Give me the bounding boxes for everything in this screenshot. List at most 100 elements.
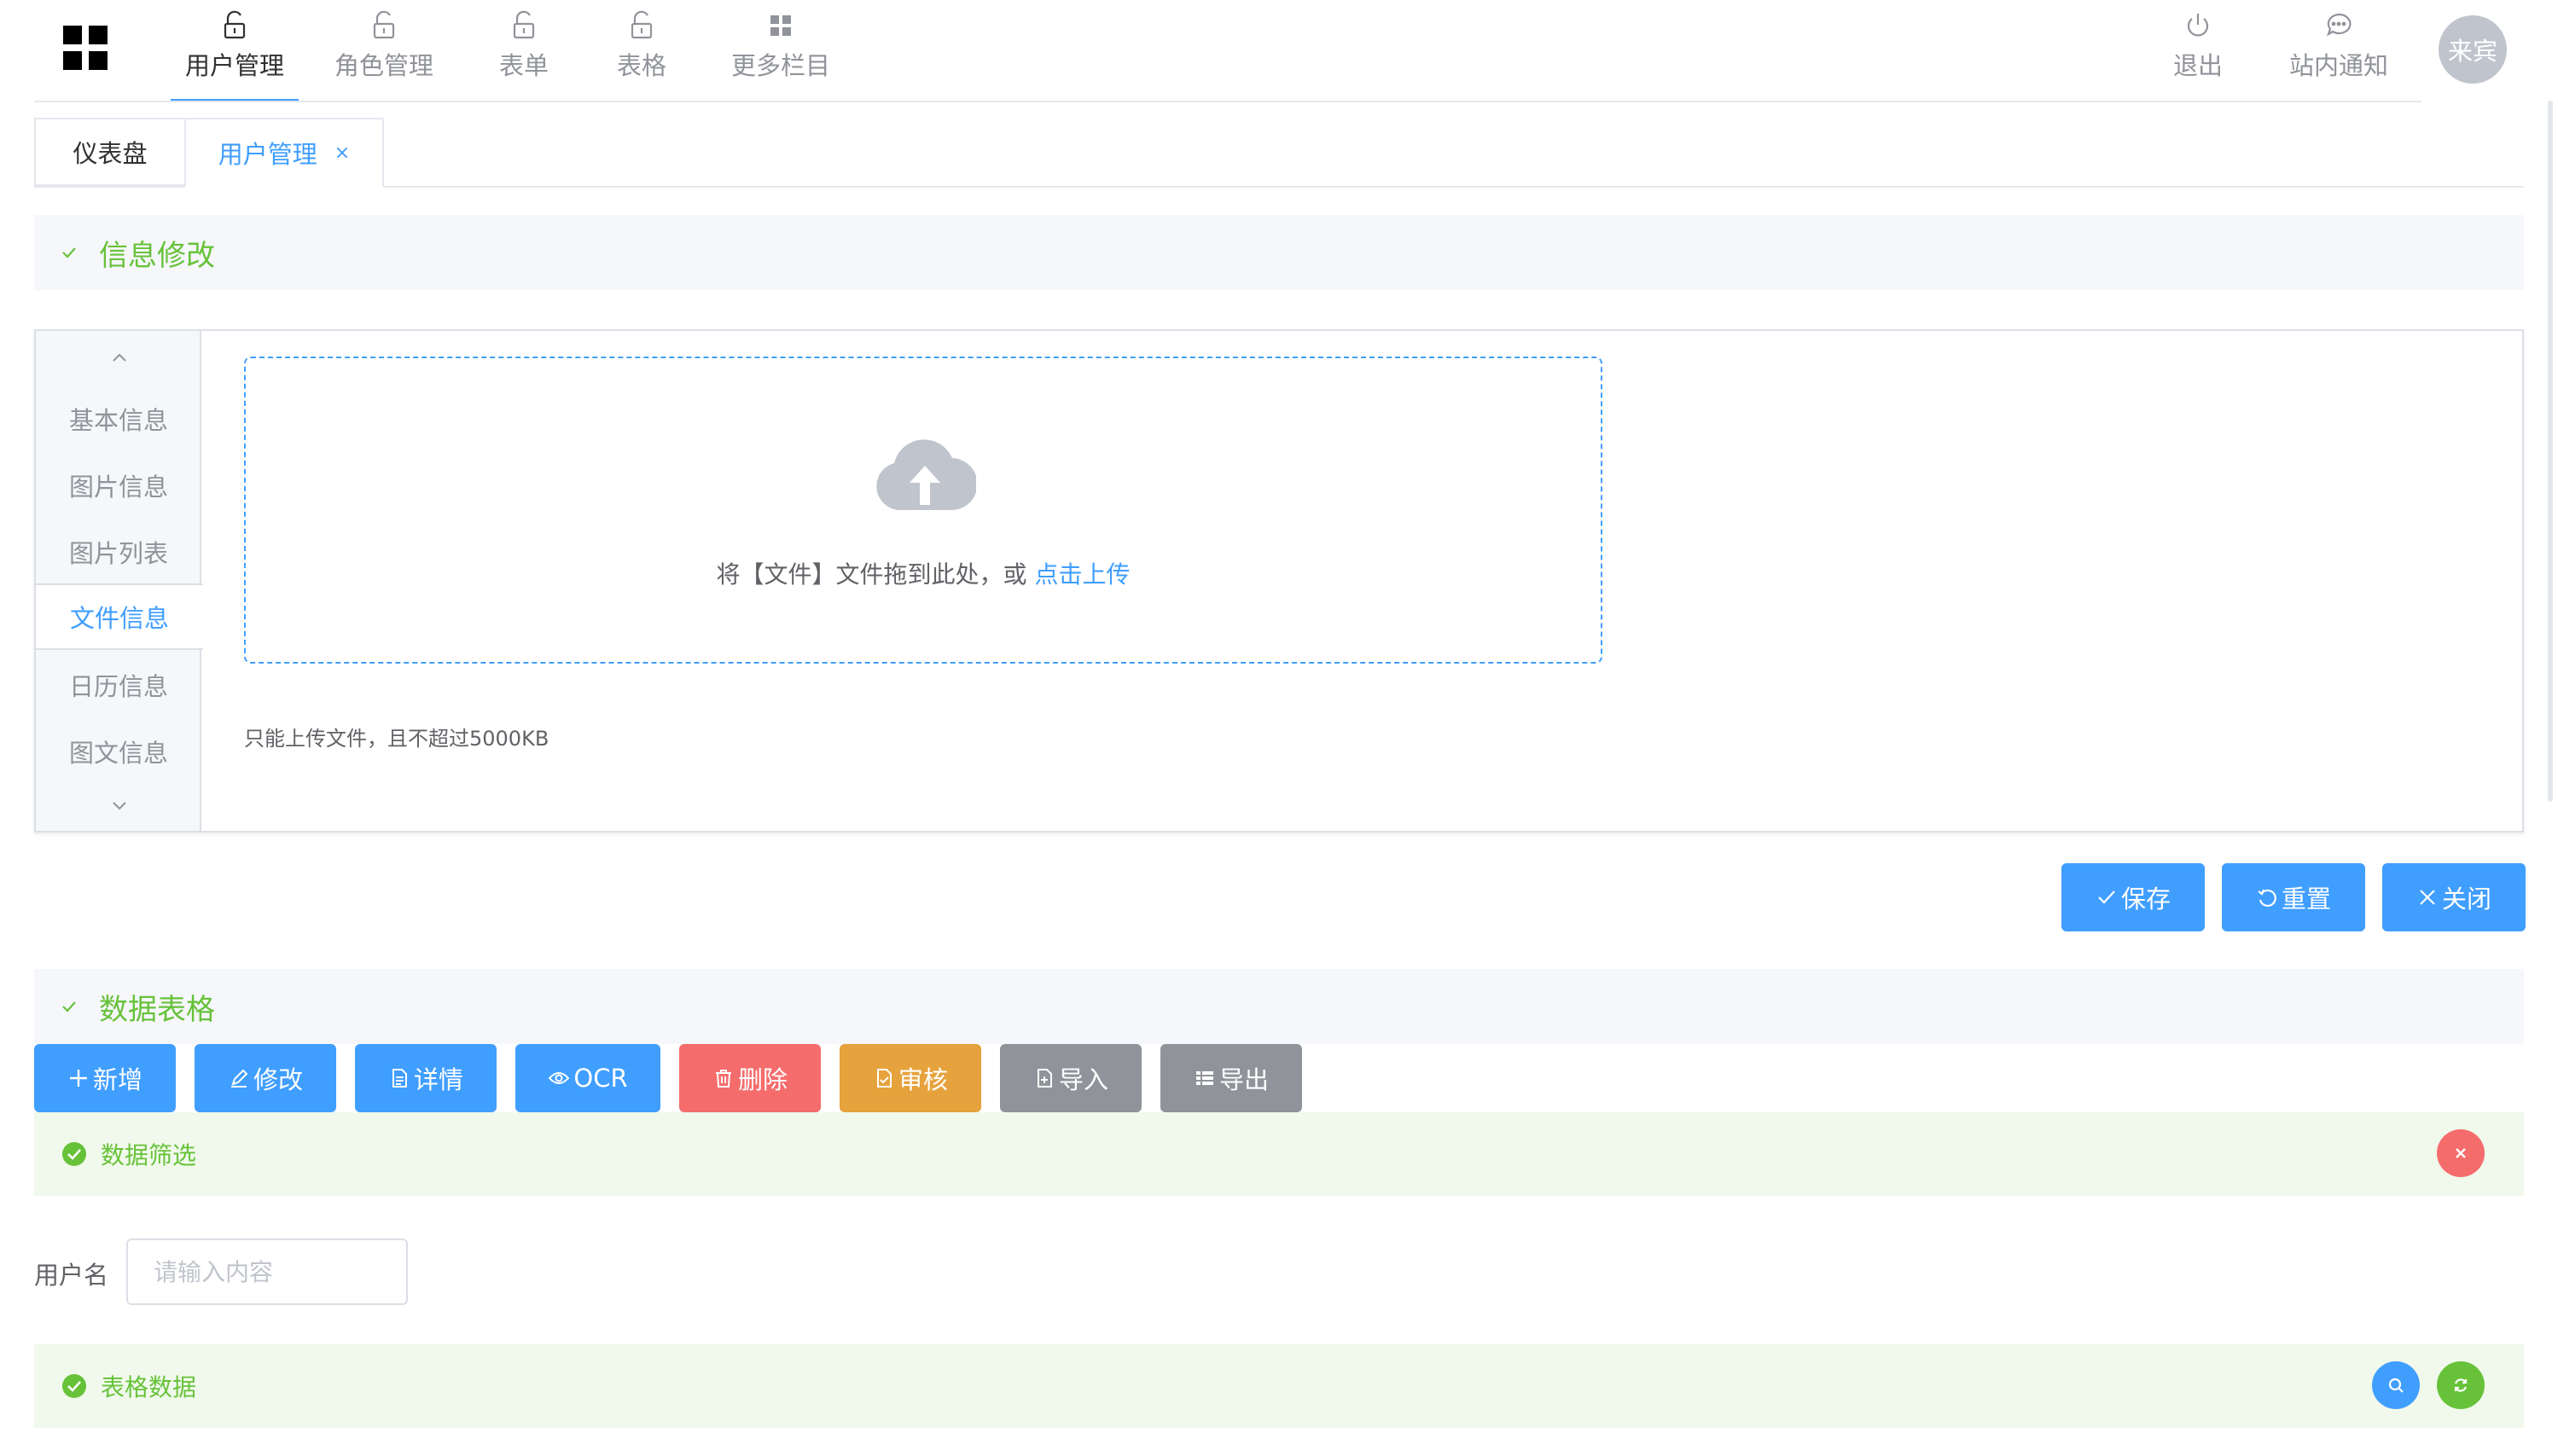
unlock-icon [218, 9, 252, 43]
detail-button[interactable]: 详情 [355, 1044, 497, 1112]
check-icon [2096, 886, 2118, 908]
tabs-divider [34, 186, 2524, 188]
reset-button[interactable]: 重置 [2222, 863, 2365, 931]
refresh-icon [2256, 886, 2278, 908]
add-button[interactable]: 新增 [34, 1044, 176, 1112]
tab-dashboard[interactable]: 仪表盘 [34, 118, 186, 186]
nav-role-management[interactable]: 角色管理 [324, 0, 444, 102]
search-icon [2386, 1376, 2405, 1395]
click-upload-link[interactable]: 点击上传 [1034, 560, 1130, 589]
nav-user-management[interactable]: 用户管理 [171, 0, 299, 102]
unlock-icon [625, 9, 659, 43]
detail-label: 详情 [413, 1065, 463, 1094]
save-button[interactable]: 保存 [2061, 863, 2205, 931]
close-icon [2452, 1145, 2469, 1162]
cloud-upload-icon [874, 432, 976, 513]
close-label: 关闭 [2441, 885, 2491, 914]
section-title: 数据表格 [99, 992, 215, 1027]
notification-button[interactable]: 站内通知 [2283, 0, 2394, 102]
save-label: 保存 [2120, 885, 2171, 914]
refresh-icon [2451, 1376, 2470, 1395]
data-section-header[interactable]: 数据表格 [34, 969, 2524, 1044]
nav-label: 表单 [498, 51, 549, 80]
username-input[interactable] [126, 1238, 408, 1305]
audit-button[interactable]: 审核 [840, 1044, 981, 1112]
side-tab-image-info[interactable]: 图片信息 [36, 452, 201, 519]
refresh-button[interactable] [2437, 1361, 2485, 1409]
tab-label: 仪表盘 [73, 139, 148, 168]
logout-button[interactable]: 退出 [2164, 0, 2232, 102]
info-section-header[interactable]: 信息修改 [34, 215, 2524, 290]
plus-icon [67, 1067, 90, 1089]
nav-label: 更多栏目 [730, 51, 830, 80]
reset-label: 重置 [2281, 885, 2331, 914]
search-button[interactable] [2372, 1361, 2420, 1409]
nav-label: 角色管理 [334, 51, 433, 80]
nav-more[interactable]: 更多栏目 [725, 0, 836, 102]
edit-label: 修改 [253, 1065, 303, 1094]
top-header: 用户管理 角色管理 表单 表格 更多栏目 退出 站内通知 来宾 [0, 0, 2558, 102]
avatar[interactable]: 来宾 [2439, 15, 2507, 84]
header-divider [34, 101, 2421, 102]
trash-icon [712, 1067, 735, 1089]
upload-instructions: 将【文件】文件拖到此处，或 点击上传 [244, 556, 1602, 590]
tab-label: 用户管理 [218, 140, 317, 169]
username-label: 用户名 [34, 1261, 109, 1290]
edit-button[interactable]: 修改 [195, 1044, 336, 1112]
alert-title: 表格数据 [101, 1373, 197, 1401]
document-add-icon [1033, 1067, 1055, 1089]
edit-icon [228, 1067, 250, 1089]
success-circle-icon [61, 1373, 87, 1399]
document-icon [388, 1067, 410, 1089]
import-label: 导入 [1058, 1065, 1108, 1094]
unlock-icon [507, 9, 541, 43]
unlock-icon [367, 9, 401, 43]
side-tab-rich-text-info[interactable]: 图文信息 [36, 718, 201, 785]
nav-label: 站内通知 [2288, 51, 2388, 80]
table-grid-icon [1194, 1067, 1216, 1089]
page-scrollbar[interactable] [2548, 101, 2553, 802]
upload-hint: 将【文件】文件拖到此处，或 [716, 560, 1027, 589]
filter-alert: 数据筛选 [34, 1112, 2524, 1196]
upload-dropzone[interactable] [244, 357, 1602, 664]
vertical-tabs: 基本信息 图片信息 图片列表 文件信息 日历信息 图文信息 [36, 331, 203, 831]
close-icon [2416, 886, 2439, 908]
side-tab-file-info[interactable]: 文件信息 [36, 583, 203, 650]
delete-button[interactable]: 删除 [679, 1044, 821, 1112]
nav-label: 用户管理 [184, 51, 284, 80]
ocr-label: OCR [573, 1064, 628, 1093]
ocr-button[interactable]: OCR [515, 1044, 660, 1112]
alert-title: 数据筛选 [101, 1141, 197, 1169]
close-button[interactable]: 关闭 [2382, 863, 2526, 931]
eye-icon [548, 1067, 570, 1089]
side-tab-image-list[interactable]: 图片列表 [36, 519, 201, 585]
export-button[interactable]: 导出 [1160, 1044, 1302, 1112]
power-icon [2181, 9, 2215, 43]
side-tab-basic-info[interactable]: 基本信息 [36, 386, 201, 452]
nav-label: 退出 [2172, 51, 2223, 80]
app-grid-icon[interactable] [63, 26, 108, 70]
side-tab-calendar-info[interactable]: 日历信息 [36, 652, 201, 718]
check-icon [60, 243, 78, 262]
close-filter-button[interactable] [2437, 1129, 2485, 1177]
close-icon[interactable]: × [334, 142, 350, 164]
chevron-up-icon[interactable] [109, 348, 130, 368]
table-data-alert: 表格数据 [34, 1344, 2524, 1428]
nav-form[interactable]: 表单 [490, 0, 558, 102]
chevron-down-icon[interactable] [109, 795, 130, 815]
add-label: 新增 [92, 1065, 142, 1094]
upload-tip: 只能上传文件，且不超过5000KB [244, 727, 549, 751]
delete-label: 删除 [737, 1065, 788, 1094]
export-label: 导出 [1218, 1065, 1269, 1094]
document-check-icon [873, 1067, 895, 1089]
grid-icon [764, 9, 798, 43]
chat-bubble-icon [2322, 9, 2356, 43]
check-icon [60, 997, 78, 1016]
audit-label: 审核 [898, 1065, 948, 1094]
tab-user-management[interactable]: 用户管理 × [184, 118, 384, 188]
success-circle-icon [61, 1141, 87, 1167]
section-title: 信息修改 [99, 238, 215, 273]
nav-label: 表格 [616, 51, 666, 80]
nav-table[interactable]: 表格 [608, 0, 676, 102]
import-button[interactable]: 导入 [1000, 1044, 1142, 1112]
